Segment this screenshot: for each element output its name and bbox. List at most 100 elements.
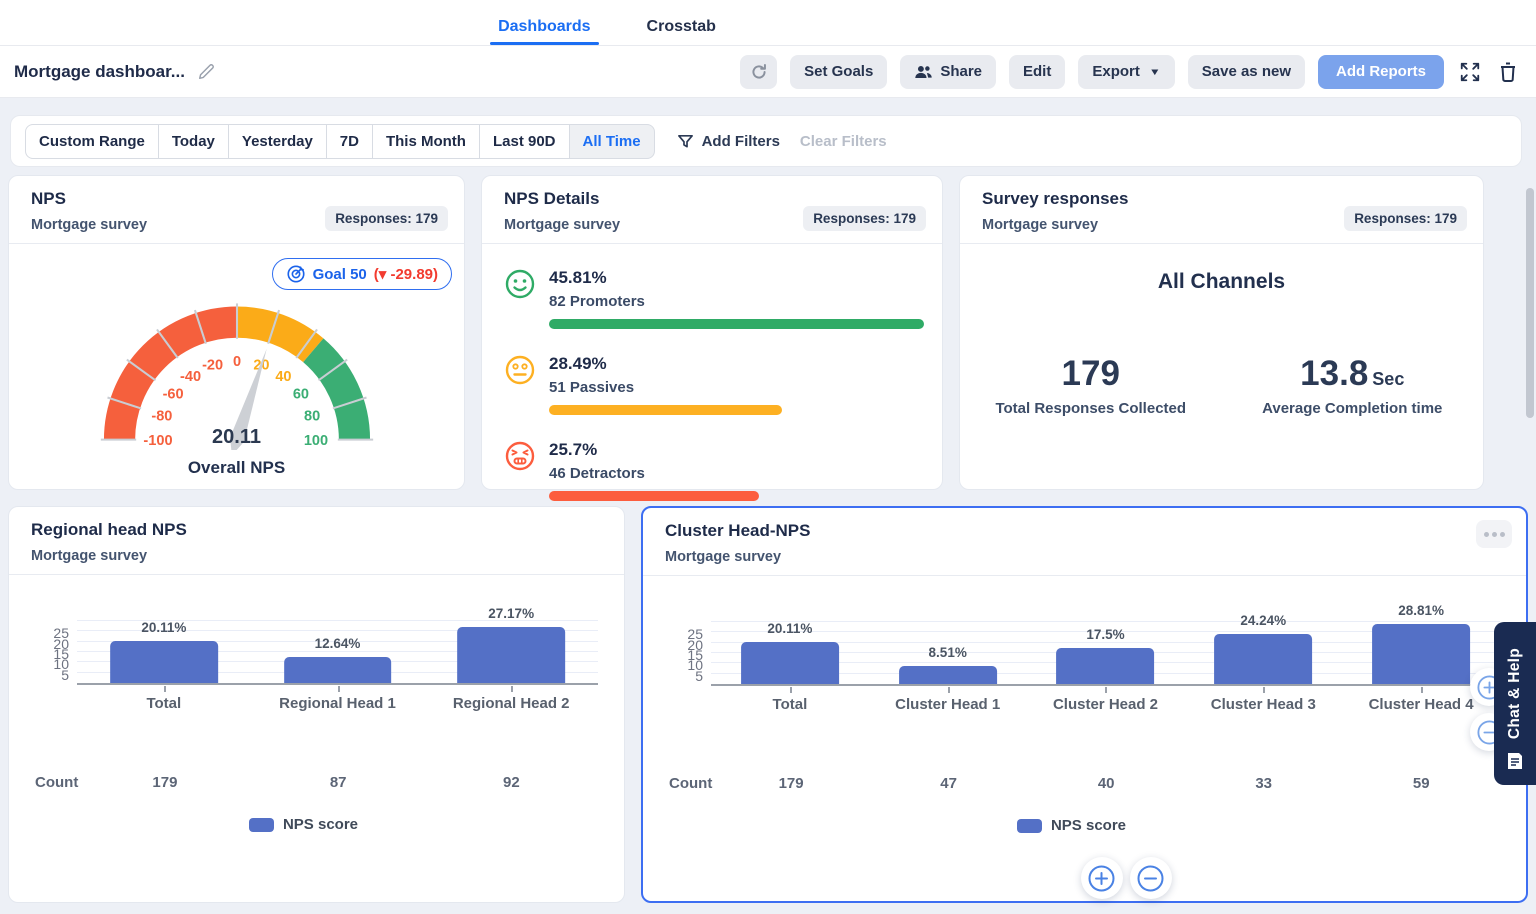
- chart-legend[interactable]: NPS score: [643, 817, 1500, 834]
- expand-icon: [1460, 62, 1480, 81]
- bar[interactable]: [1056, 648, 1155, 684]
- gauge-tick-label: 80: [304, 408, 320, 424]
- count-value: 33: [1255, 775, 1273, 792]
- survey-card-subtitle: Mortgage survey: [982, 217, 1099, 233]
- gauge-value: 20.11: [212, 426, 261, 448]
- count-row-label: Count: [35, 774, 79, 791]
- bar-value-label: 28.81%: [1398, 603, 1444, 618]
- x-axis-tick: [1105, 687, 1108, 693]
- tab-crosstab[interactable]: Crosstab: [645, 8, 718, 45]
- responses-badge: Responses: 179: [1344, 206, 1467, 231]
- gauge-tick-label: 60: [292, 386, 308, 402]
- cluster-card-subtitle: Mortgage survey: [665, 549, 782, 565]
- clear-filters-button[interactable]: Clear Filters: [800, 133, 887, 150]
- total-responses-label: Total Responses Collected: [995, 400, 1187, 417]
- range-last-90d[interactable]: Last 90D: [478, 123, 570, 159]
- bar[interactable]: [109, 641, 218, 683]
- promoters-bar: [549, 319, 924, 329]
- top-nav: Dashboards Crosstab: [0, 0, 1536, 46]
- avg-completion-unit: Sec: [1372, 369, 1405, 389]
- details-card-subtitle: Mortgage survey: [504, 217, 621, 233]
- bar-value-label: 20.11%: [767, 621, 813, 636]
- share-button[interactable]: Share: [900, 54, 997, 89]
- plus-circle-icon: [1088, 865, 1115, 891]
- x-axis-label: Regional Head 2: [452, 695, 570, 712]
- save-as-new-button[interactable]: Save as new: [1187, 54, 1305, 89]
- detractors-label: 46 Detractors: [549, 465, 645, 482]
- range-yesterday[interactable]: Yesterday: [227, 123, 327, 159]
- count-row-label: Count: [669, 775, 713, 792]
- avg-completion-value: 13.8: [1300, 354, 1369, 393]
- promoters-pct: 45.81%: [549, 268, 607, 287]
- all-channels-headline: All Channels: [1157, 270, 1286, 293]
- passives-bar: [549, 405, 782, 415]
- legend-label: NPS score: [1050, 817, 1127, 834]
- x-axis-tick: [163, 686, 166, 692]
- regional-card-title: Regional head NPS: [31, 520, 187, 539]
- nps-card-title: NPS: [31, 189, 66, 208]
- count-value: 40: [1097, 775, 1115, 792]
- edit-button[interactable]: Edit: [1009, 54, 1066, 89]
- y-tick-label: 5: [61, 667, 69, 683]
- cluster-nps-card: Cluster Head-NPS Mortgage survey 25 20 15 1…: [641, 506, 1528, 903]
- filter-bar: Custom Range Today Yesterday 7D This Mon…: [10, 115, 1522, 167]
- chart-zoom-in-button[interactable]: [1080, 857, 1123, 899]
- passives-pct: 28.49%: [549, 354, 607, 373]
- bar[interactable]: [740, 642, 839, 684]
- promoter-smiley-icon: [505, 269, 535, 299]
- count-value: 92: [503, 774, 520, 791]
- x-axis-label: Cluster Head 2: [1052, 696, 1159, 713]
- add-reports-label: Add Reports: [1336, 63, 1426, 80]
- bar[interactable]: [1214, 634, 1313, 684]
- gauge-tick-label: -20: [202, 358, 223, 374]
- detractors-row: 25.7% 46 Detractors: [504, 440, 924, 501]
- x-axis-label: Total: [772, 696, 808, 713]
- rename-button[interactable]: [197, 63, 215, 81]
- gauge-segment: [236, 306, 323, 363]
- passive-neutral-icon: [505, 355, 535, 385]
- bar[interactable]: [898, 666, 997, 684]
- tab-dashboards[interactable]: Dashboards: [490, 8, 600, 45]
- card-more-button[interactable]: [1476, 520, 1512, 548]
- details-card-title: NPS Details: [504, 189, 600, 208]
- gauge-tick-label: -60: [162, 386, 183, 402]
- page-scrollbar[interactable]: [1526, 188, 1534, 418]
- count-value: 179: [778, 775, 804, 792]
- range-this-month[interactable]: This Month: [371, 123, 480, 159]
- count-value: 87: [329, 774, 347, 791]
- add-filters-button[interactable]: Add Filters: [677, 133, 780, 150]
- set-goals-button[interactable]: Set Goals: [790, 54, 888, 89]
- bar[interactable]: [457, 627, 566, 683]
- x-axis-label: Total: [146, 695, 182, 712]
- goal-label: Goal 50: [312, 265, 367, 283]
- passives-row: 28.49% 51 Passives: [504, 354, 924, 415]
- export-button[interactable]: Export ▼: [1078, 54, 1175, 89]
- nps-details-card: NPS Details Mortgage survey Responses: 1…: [481, 175, 943, 501]
- range-all-time[interactable]: All Time: [568, 123, 655, 159]
- range-custom[interactable]: Custom Range: [25, 123, 159, 159]
- chart-legend[interactable]: NPS score: [9, 816, 598, 833]
- cluster-card-title: Cluster Head-NPS: [665, 521, 811, 540]
- chat-help-tab[interactable]: Chat & Help: [1494, 622, 1536, 785]
- survey-responses-card: Survey responses Mortgage survey Respons…: [959, 175, 1484, 490]
- bar[interactable]: [1372, 624, 1470, 684]
- goal-badge[interactable]: Goal 50 (▾ -29.89): [271, 258, 452, 290]
- goal-target-icon: [287, 265, 305, 283]
- share-people-icon: [915, 65, 933, 78]
- fullscreen-button[interactable]: [1457, 59, 1483, 85]
- chart-zoom-out-button[interactable]: [1129, 857, 1172, 899]
- bar[interactable]: [283, 657, 392, 683]
- range-7d[interactable]: 7D: [325, 123, 373, 159]
- delete-dashboard-button[interactable]: [1496, 59, 1520, 85]
- gauge-caption: Overall NPS: [187, 458, 286, 477]
- help-doc-icon: [1508, 753, 1522, 769]
- range-today[interactable]: Today: [157, 123, 229, 159]
- regional-card-subtitle: Mortgage survey: [31, 548, 148, 564]
- date-range-segment: Custom Range Today Yesterday 7D This Mon…: [25, 123, 655, 159]
- bar-value-label: 24.24%: [1240, 613, 1287, 628]
- add-reports-button[interactable]: Add Reports: [1318, 54, 1444, 89]
- bar-slot: 12.64%: [251, 623, 425, 692]
- refresh-button[interactable]: [740, 54, 778, 89]
- gauge-tick-label: 40: [275, 369, 291, 385]
- gauge-tick-label: -80: [151, 408, 172, 424]
